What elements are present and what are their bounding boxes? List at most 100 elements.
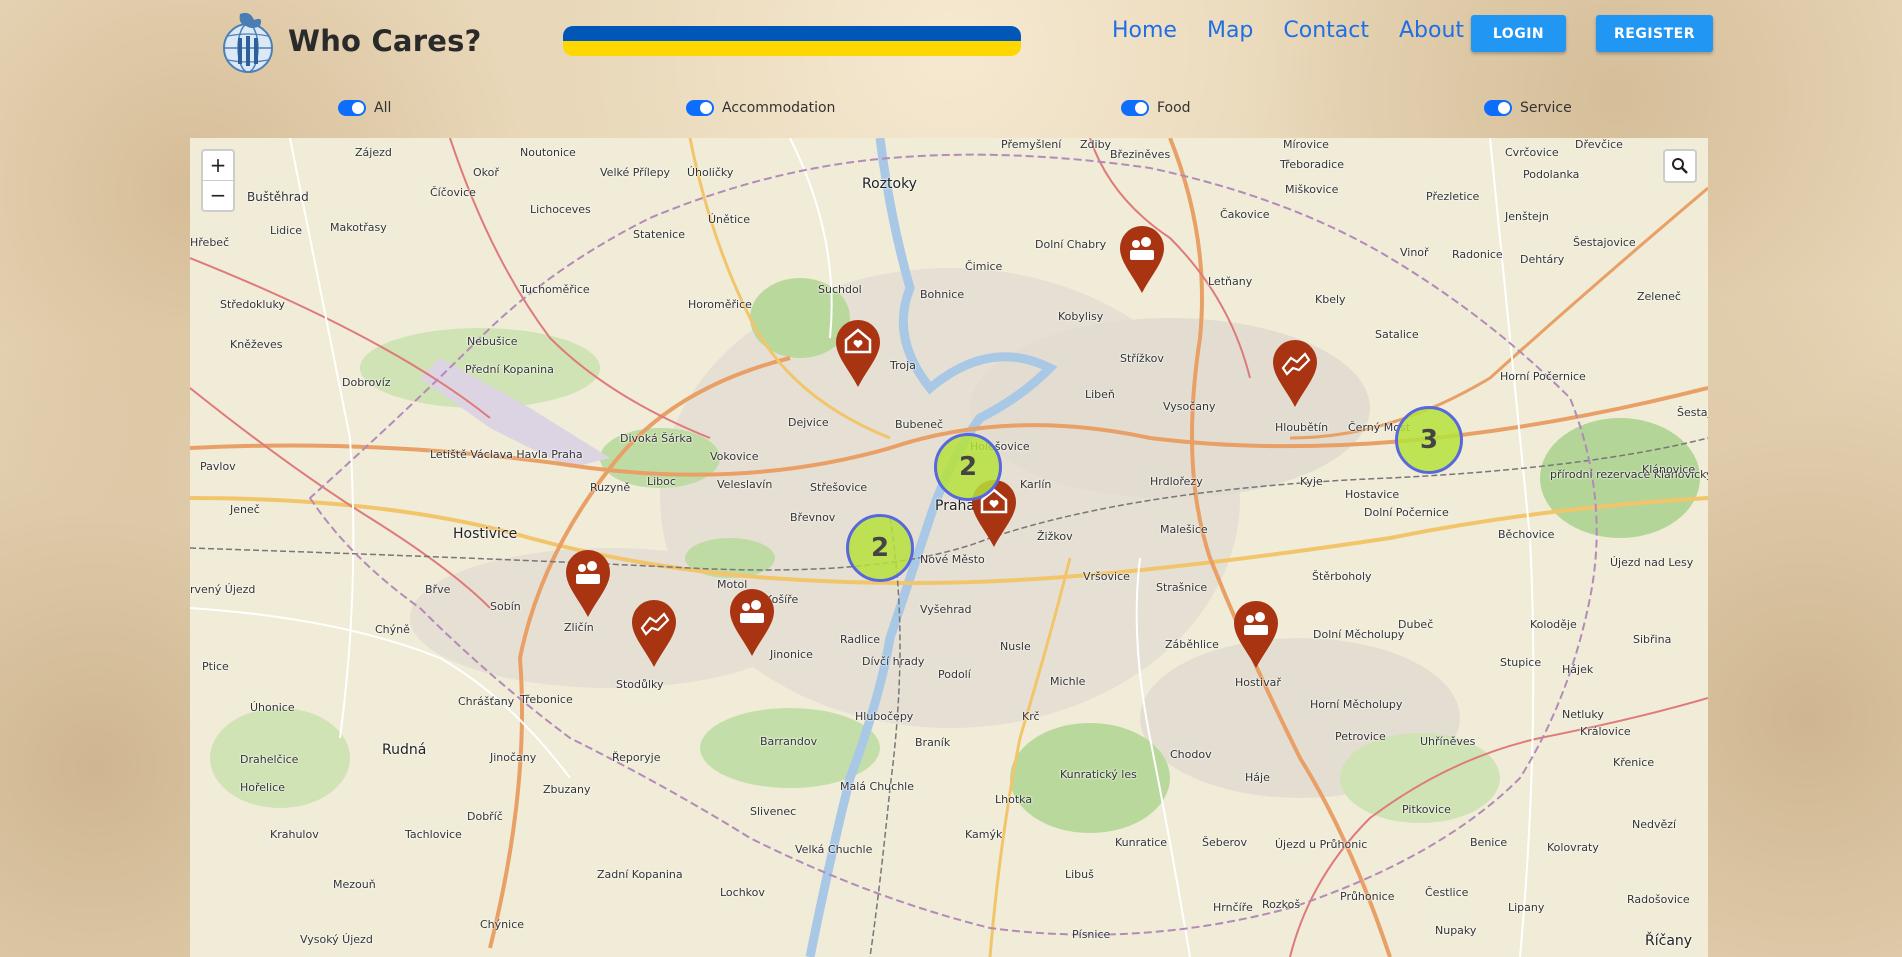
place-label-premysleni: Přemyšlení: [1001, 138, 1062, 151]
place-label-hostivar: Hostivař: [1235, 676, 1281, 689]
login-button[interactable]: LOGIN: [1471, 15, 1566, 52]
place-label-lochkov: Lochkov: [720, 886, 765, 899]
nav-contact-link[interactable]: Contact: [1283, 18, 1369, 43]
marker-cluster[interactable]: 2: [846, 514, 914, 582]
place-label-lipany: Lipany: [1508, 901, 1545, 914]
place-label-okor: Okoř: [473, 166, 499, 179]
service-marker-icon[interactable]: [1271, 338, 1319, 408]
place-label-rozkos: Rozkoš: [1262, 898, 1301, 911]
place-label-uhonice: Úhonice: [250, 701, 295, 714]
flag-yellow-stripe: [563, 41, 1021, 56]
place-label-prezletice: Přezletice: [1426, 190, 1480, 203]
service-marker-icon[interactable]: [630, 598, 678, 668]
place-label-nedvezi: Nedvězí: [1632, 818, 1677, 831]
filter-all-toggle[interactable]: [338, 100, 366, 116]
place-label-ujezd-nad-lesy: Újezd nad Lesy: [1610, 556, 1694, 569]
place-label-horni-pocernice: Horní Počernice: [1500, 370, 1586, 383]
place-label-jenstejn: Jenštejn: [1505, 210, 1549, 223]
place-label-libus: Libuš: [1065, 868, 1094, 881]
filter-all-label: All: [374, 100, 392, 116]
place-label-kunraticky-les: Kunratický les: [1060, 768, 1137, 781]
zoom-out-button[interactable]: −: [203, 180, 233, 210]
place-label-lidice: Lidice: [270, 224, 303, 237]
place-label-branik: Braník: [915, 736, 951, 749]
place-label-radlice: Radlice: [840, 633, 881, 646]
place-label-unetice: Únětice: [708, 213, 750, 226]
place-label-pruhonice: Průhonice: [1340, 890, 1395, 903]
place-label-jenec: Jeneč: [230, 503, 260, 516]
place-label-dobrovize: Dobrovíz: [342, 376, 391, 389]
place-label-cimice: Čimice: [965, 260, 1003, 273]
zoom-in-button[interactable]: +: [203, 151, 233, 180]
place-label-pitkovice: Pitkovice: [1402, 803, 1451, 816]
marker-cluster[interactable]: 3: [1395, 406, 1463, 474]
place-label-dehtary: Dehtáry: [1520, 253, 1565, 266]
place-label-chyne: Chýně: [375, 623, 410, 636]
filter-service[interactable]: Service: [1484, 100, 1572, 116]
place-label-dejvice: Dejvice: [788, 416, 829, 429]
place-label-zdiby: Zdiby: [1080, 138, 1112, 151]
place-label-repotrje: Řeporyje: [612, 751, 661, 764]
nav-about-link[interactable]: About: [1399, 18, 1464, 43]
filter-food-toggle[interactable]: [1121, 100, 1149, 116]
nav-home-link[interactable]: Home: [1112, 18, 1177, 43]
place-label-vysoky-ujezd: Vysoký Újezd: [300, 933, 373, 946]
nav-map-link[interactable]: Map: [1207, 18, 1253, 43]
place-label-mala-chuchle: Malá Chuchle: [840, 780, 914, 793]
place-label-strizkov: Střížkov: [1120, 352, 1164, 365]
place-label-brezineves: Březiněves: [1110, 148, 1171, 161]
accommodation-marker-icon[interactable]: [834, 318, 882, 388]
place-label-klanovice: Klánovice: [1642, 463, 1696, 476]
place-label-slivenec: Slivenec: [750, 805, 797, 818]
filter-service-toggle[interactable]: [1484, 100, 1512, 116]
place-label-bechovice: Běchovice: [1498, 528, 1555, 541]
zoom-control: + −: [201, 149, 235, 212]
place-label-dolni-mecholupy: Dolní Měcholupy: [1313, 628, 1405, 641]
place-label-nusle: Nusle: [1000, 640, 1031, 653]
place-label-uholicky: Úholičky: [687, 166, 734, 179]
food-marker-icon[interactable]: [728, 587, 776, 657]
place-label-netluky: Netluky: [1562, 708, 1604, 721]
register-button[interactable]: REGISTER: [1596, 15, 1713, 52]
filter-all[interactable]: All: [338, 100, 391, 116]
place-label-cakovice: Čakovice: [1220, 208, 1270, 221]
map[interactable]: Buštěhrad Zájezd Noutonice Okoř Číčovice…: [190, 138, 1708, 957]
place-label-hrdlorezy: Hrdlořezy: [1150, 475, 1203, 488]
food-marker-icon[interactable]: [1232, 599, 1280, 669]
place-label-zadni-kopanina: Zadní Kopanina: [597, 868, 683, 881]
place-label-malesice: Malešice: [1160, 523, 1208, 536]
filter-food[interactable]: Food: [1121, 100, 1191, 116]
flag-blue-stripe: [563, 26, 1021, 41]
place-label-sibrina: Sibřina: [1633, 633, 1672, 646]
place-label-treborad: Třeboradice: [1280, 158, 1344, 171]
place-label-podolanka: Podolanka: [1523, 168, 1580, 181]
place-label-trebonice: Třebonice: [520, 693, 573, 706]
place-label-mezoun: Mezouň: [333, 878, 376, 891]
place-label-zizkov: Žižkov: [1037, 530, 1073, 543]
place-label-brve: Břve: [425, 583, 451, 596]
brand[interactable]: Who Cares?: [220, 8, 482, 74]
globe-dove-logo-icon: [223, 12, 273, 73]
map-search-button[interactable]: [1663, 149, 1697, 183]
place-label-vysehrad: Vyšehrad: [920, 603, 972, 616]
filter-accommodation[interactable]: Accommodation: [686, 100, 835, 116]
place-label-statenice: Statenice: [633, 228, 685, 241]
place-label-rudna: Rudná: [382, 742, 427, 758]
place-label-veleslavin: Veleslavín: [717, 478, 773, 491]
place-label-zelenec: Zeleneč: [1637, 290, 1681, 303]
place-label-krenice: Křenice: [1613, 756, 1655, 769]
place-label-lichoceves: Lichoceves: [530, 203, 591, 216]
place-label-zabehlice: Záběhlice: [1165, 638, 1219, 651]
brand-title: Who Cares?: [288, 24, 482, 58]
place-label-karlin: Karlín: [1020, 478, 1052, 491]
place-label-horomerice: Horoměřice: [688, 298, 752, 311]
place-label-vokovice: Vokovice: [710, 450, 759, 463]
place-label-lhotka: Lhotka: [995, 793, 1033, 806]
place-label-dobric: Dobříč: [467, 810, 503, 823]
filter-accommodation-toggle[interactable]: [686, 100, 714, 116]
food-marker-icon[interactable]: [1118, 224, 1166, 294]
marker-cluster[interactable]: 2: [934, 433, 1002, 501]
food-marker-icon[interactable]: [564, 548, 612, 618]
place-label-letnany: Letňany: [1208, 275, 1253, 288]
place-label-kamyk: Kamýk: [965, 828, 1003, 841]
